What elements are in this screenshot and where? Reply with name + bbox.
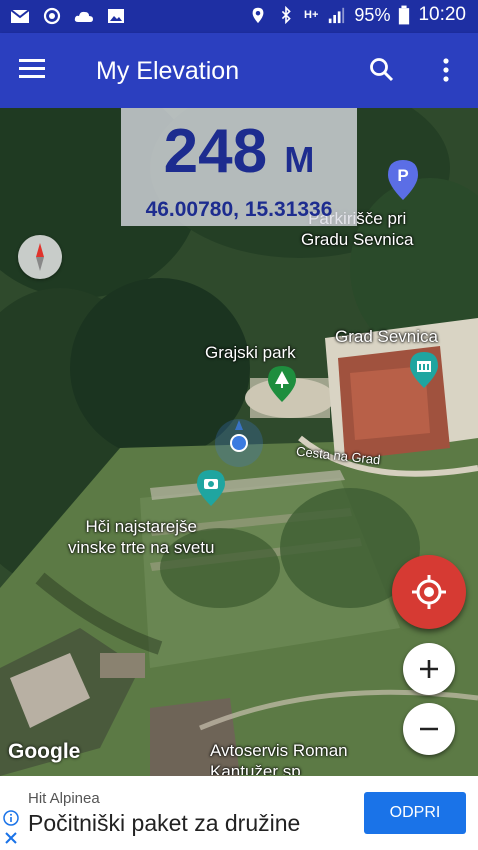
my-location-button[interactable] — [392, 555, 466, 629]
plus-icon — [420, 660, 438, 678]
current-location-marker — [215, 419, 263, 467]
map-label-park: Grajski park — [205, 343, 296, 362]
elevation-unit: M — [284, 139, 315, 180]
minus-icon — [420, 727, 438, 731]
signal-icon — [329, 7, 345, 24]
clock: 10:20 — [418, 4, 466, 25]
park-marker-icon[interactable] — [268, 366, 296, 402]
location-icon — [252, 7, 264, 24]
map-label-vine: Hči najstarejše vinske trte na svetu — [68, 517, 215, 557]
app-title: My Elevation — [96, 57, 240, 85]
ad-sponsor: Hit Alpinea — [28, 790, 100, 807]
zoom-in-button[interactable] — [403, 643, 455, 695]
google-logo: Google — [8, 740, 81, 763]
elevation-readout: 248 M — [121, 116, 357, 187]
mail-icon — [10, 9, 30, 23]
sync-icon — [43, 7, 61, 25]
museum-marker-icon[interactable] — [410, 352, 438, 388]
elevation-value: 248 — [163, 117, 268, 186]
ad-title[interactable]: Počitniški paket za družine — [28, 810, 300, 837]
battery-icon — [399, 5, 410, 25]
parking-marker-icon[interactable]: P — [388, 160, 418, 200]
ad-banner[interactable]: Hit Alpinea Počitniški paket za družine … — [0, 776, 478, 850]
app-bar: My Elevation — [0, 33, 478, 108]
coordinates: 46.00780, 15.31336 — [145, 198, 333, 221]
search-icon[interactable] — [369, 57, 395, 83]
crosshair-icon — [412, 575, 446, 609]
network-type: H+ — [304, 9, 319, 21]
map-label-castle: Grad Sevnica — [335, 327, 438, 346]
zoom-out-button[interactable] — [403, 703, 455, 755]
ad-open-button[interactable]: ODPRI — [364, 792, 466, 834]
cloud-icon — [74, 11, 93, 22]
bluetooth-icon — [281, 6, 291, 24]
menu-icon[interactable] — [19, 57, 45, 79]
svg-text:P: P — [397, 166, 408, 185]
status-bar: H+ 95% 10:20 — [0, 0, 478, 33]
elevation-panel: 248 M 46.00780, 15.31336 — [121, 108, 357, 226]
map-label-service: Avtoservis Roman Kantužer sp — [210, 741, 348, 775]
battery-percent: 95% — [354, 4, 391, 25]
ad-close-icon[interactable] — [4, 831, 18, 845]
camera-marker-icon[interactable] — [197, 470, 225, 506]
compass-icon — [36, 243, 44, 271]
compass-button[interactable] — [18, 235, 62, 279]
more-vert-icon[interactable] — [438, 57, 454, 83]
image-icon — [108, 9, 124, 23]
ad-info-icon[interactable] — [3, 810, 19, 826]
